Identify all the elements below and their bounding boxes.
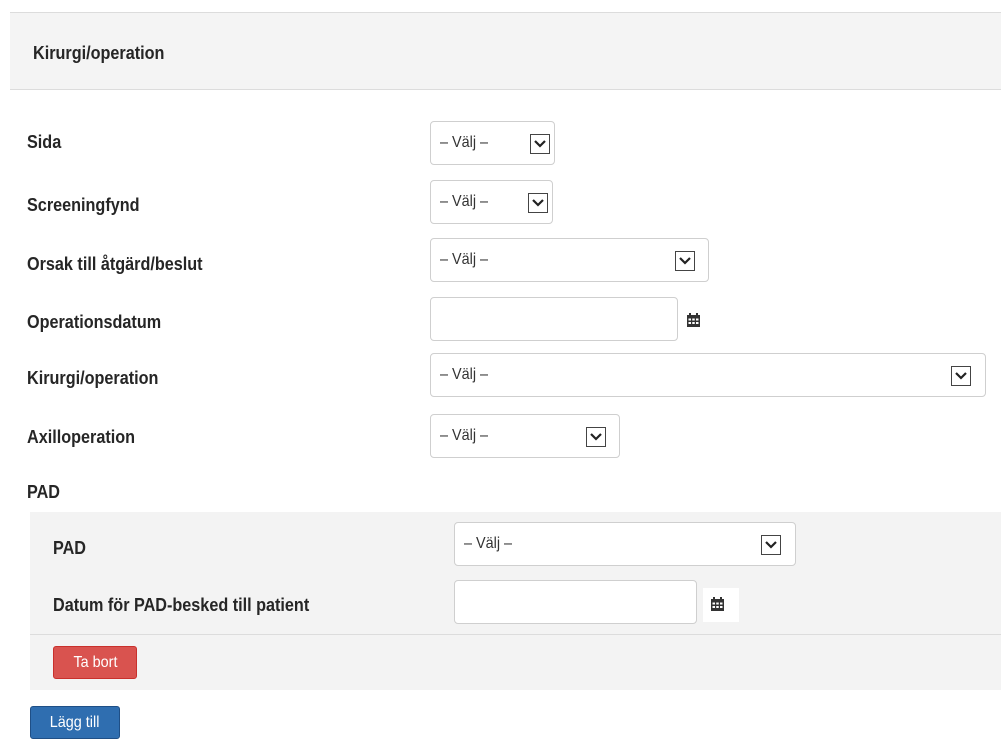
operationsdatum-input[interactable] bbox=[430, 297, 678, 341]
screeningfynd-label: Screeningfynd bbox=[27, 195, 140, 215]
remove-button-label: Ta bort bbox=[72, 653, 118, 671]
chevron-down-icon[interactable] bbox=[761, 535, 781, 555]
chevron-down-icon[interactable] bbox=[675, 251, 695, 271]
chevron-down-icon[interactable] bbox=[530, 134, 550, 154]
screeningfynd-select-value: – Välj – bbox=[440, 193, 489, 210]
kirurgi-select-value: – Välj – bbox=[440, 366, 489, 383]
screeningfynd-select[interactable]: – Välj – bbox=[430, 180, 553, 224]
kirurgi-select[interactable]: – Välj – bbox=[430, 353, 986, 397]
pad-select-value: – Välj – bbox=[464, 535, 513, 552]
axilloperation-select[interactable]: – Välj – bbox=[430, 414, 620, 458]
chevron-down-icon[interactable] bbox=[528, 193, 548, 213]
orsak-label: Orsak till åtgärd/beslut bbox=[27, 254, 203, 274]
pad-section-title: PAD bbox=[27, 482, 61, 502]
calendar-button[interactable] bbox=[703, 588, 739, 622]
operationsdatum-label: Operationsdatum bbox=[27, 312, 162, 332]
pad-label: PAD bbox=[53, 538, 87, 558]
calendar-icon[interactable] bbox=[687, 313, 700, 327]
chevron-down-icon[interactable] bbox=[586, 427, 606, 447]
chevron-down-icon[interactable] bbox=[951, 366, 971, 386]
pad-datum-label: Datum för PAD-besked till patient bbox=[53, 595, 310, 615]
sida-select[interactable]: – Välj – bbox=[430, 121, 555, 165]
panel-header: Kirurgi/operation bbox=[10, 12, 1001, 90]
add-button-label: Lägg till bbox=[50, 713, 100, 731]
page: Kirurgi/operation Sida – Välj – Screenin… bbox=[0, 0, 1001, 744]
orsak-select-value: – Välj – bbox=[440, 251, 489, 268]
add-button[interactable]: Lägg till bbox=[30, 706, 120, 739]
calendar-icon[interactable] bbox=[711, 597, 724, 611]
axilloperation-select-value: – Välj – bbox=[440, 427, 489, 444]
orsak-select[interactable]: – Välj – bbox=[430, 238, 709, 282]
axilloperation-label: Axilloperation bbox=[27, 427, 136, 447]
pad-datum-input[interactable] bbox=[454, 580, 697, 624]
sida-select-value: – Välj – bbox=[440, 134, 489, 151]
kirurgi-label: Kirurgi/operation bbox=[27, 368, 159, 388]
panel-title: Kirurgi/operation bbox=[33, 43, 165, 63]
remove-button[interactable]: Ta bort bbox=[53, 646, 137, 679]
pad-select[interactable]: – Välj – bbox=[454, 522, 796, 566]
sida-label: Sida bbox=[27, 132, 62, 152]
divider bbox=[30, 634, 1001, 635]
